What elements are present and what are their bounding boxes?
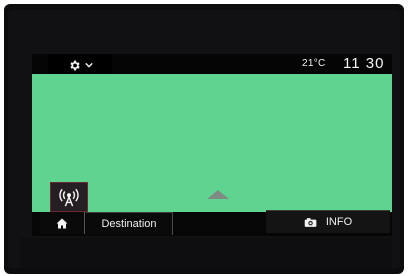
clock: 11 30	[343, 55, 385, 72]
chevron-down-icon	[84, 62, 93, 68]
radio-broadcast-icon	[59, 188, 79, 207]
camera-info-icon	[304, 217, 317, 227]
home-button[interactable]	[40, 212, 85, 234]
lower-bezel	[20, 238, 392, 268]
radio-button[interactable]	[50, 182, 88, 212]
home-icon	[56, 218, 68, 228]
temperature-readout: 21°C	[302, 58, 326, 69]
settings-menu-button[interactable]	[48, 54, 112, 76]
gear-icon	[69, 60, 80, 70]
navigation-arrow-icon	[207, 190, 229, 199]
info-button[interactable]: INFO	[266, 210, 390, 233]
info-label: INFO	[325, 216, 353, 228]
destination-button[interactable]: Destination	[86, 212, 173, 235]
